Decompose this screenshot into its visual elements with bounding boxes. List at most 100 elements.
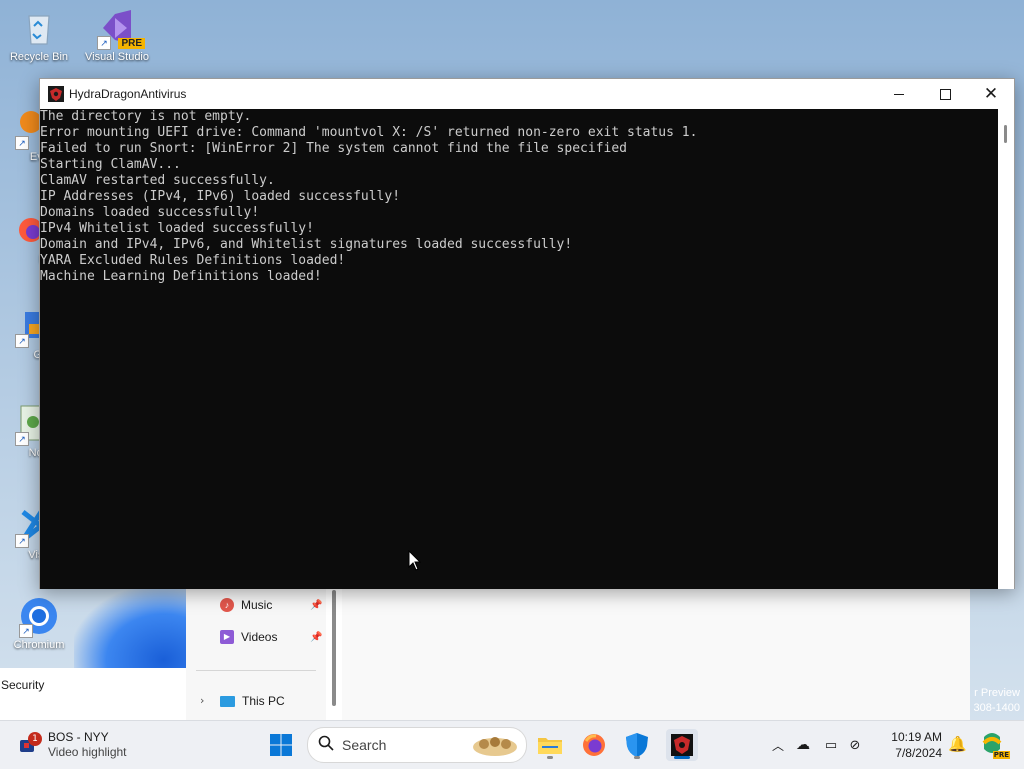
- shortcut-arrow-icon: ↗: [15, 136, 29, 150]
- maximize-icon: [939, 88, 951, 100]
- desktop-icon-visual-studio[interactable]: PRE ↗ Visual Studio: [80, 8, 154, 63]
- wallpaper-bloom: [74, 588, 186, 668]
- copilot-button[interactable]: PRE: [980, 731, 1010, 759]
- watermark-line1: r Preview: [974, 687, 1020, 699]
- this-pc-icon: [220, 695, 235, 707]
- hydradragon-app-icon: [48, 86, 64, 102]
- taskbar-firefox[interactable]: [578, 729, 610, 761]
- desktop-icon-chromium[interactable]: ↗ Chromium: [2, 596, 76, 651]
- console-window: HydraDragonAntivirus ✕ The directory is …: [39, 78, 1015, 589]
- firefox-icon: [583, 734, 605, 756]
- taskbar-windows-security[interactable]: [621, 729, 653, 761]
- terminal-lines: The directory is not empty. Error mounti…: [40, 109, 999, 285]
- hydradragon-icon: [671, 734, 693, 756]
- terminal-line: IP Addresses (IPv4, IPv6) loaded success…: [40, 189, 401, 204]
- chevron-right-icon[interactable]: ›: [200, 694, 204, 707]
- search-icon: [318, 735, 334, 755]
- nav-pane-scrollbar[interactable]: [332, 590, 336, 706]
- chevron-up-icon[interactable]: ︿: [768, 737, 788, 754]
- clock-date: 7/8/2024: [895, 746, 942, 760]
- shortcut-arrow-icon: ↗: [19, 624, 33, 638]
- nav-item-videos[interactable]: ▶ Videos: [220, 630, 277, 644]
- minimize-button[interactable]: [876, 79, 922, 109]
- title-bar[interactable]: HydraDragonAntivirus ✕: [40, 79, 1014, 109]
- nav-item-label: Music: [241, 598, 273, 612]
- nav-item-music[interactable]: ♪ Music: [220, 598, 272, 612]
- start-button[interactable]: [265, 729, 297, 761]
- pin-icon: 📌: [310, 632, 323, 643]
- shortcut-arrow-icon: ↗: [15, 534, 29, 548]
- chromium-icon: ↗: [19, 596, 59, 638]
- minimize-icon: [894, 93, 904, 95]
- explorer-content-pane: [342, 588, 970, 720]
- notification-bell-icon[interactable]: 🔔: [948, 735, 967, 753]
- onedrive-icon[interactable]: ☁: [788, 737, 818, 753]
- network-icon[interactable]: ⊘: [844, 738, 866, 753]
- taskbar-search-box[interactable]: Search: [307, 727, 527, 763]
- terminal-scrollbar[interactable]: [998, 109, 1014, 589]
- explorer-nav-pane: ♪ Music 📌 ▶ Videos 📌 › This PC: [186, 588, 336, 720]
- window-title: HydraDragonAntivirus: [69, 87, 187, 101]
- search-placeholder: Search: [342, 737, 387, 753]
- shortcut-arrow-icon: ↗: [15, 432, 29, 446]
- terminal-line: ClamAV restarted successfully.: [40, 173, 275, 188]
- notification-badge: 1: [28, 732, 42, 746]
- taskbar-hydradragon[interactable]: [666, 729, 698, 761]
- open-indicator: [634, 756, 640, 759]
- security-label: Security: [1, 678, 45, 692]
- nav-divider: [196, 670, 316, 671]
- shortcut-arrow-icon: ↗: [15, 334, 29, 348]
- terminal-line: YARA Excluded Rules Definitions loaded!: [40, 253, 346, 268]
- shortcut-arrow-icon: ↗: [97, 36, 111, 50]
- shield-icon: [626, 733, 648, 757]
- search-highlight-icon: [470, 732, 520, 762]
- desktop-icon-label: Visual Studio: [84, 51, 149, 63]
- close-button[interactable]: ✕: [968, 79, 1014, 109]
- close-icon: ✕: [983, 83, 999, 104]
- security-window-fragment: Security: [0, 668, 186, 720]
- git-bash-icon: ↗: [1, 306, 41, 348]
- terminal-line: Starting ClamAV...: [40, 157, 181, 172]
- windows-logo-icon: [270, 734, 292, 756]
- pin-icon: 📌: [310, 600, 323, 611]
- terminal-output[interactable]: The directory is not empty. Error mounti…: [40, 109, 999, 589]
- terminal-line: Domain and IPv4, IPv6, and Whitelist sig…: [40, 237, 573, 252]
- terminal-line: Failed to run Snort: [WinError 2] The sy…: [40, 141, 627, 156]
- os-watermark: r Preview 308-1400: [974, 686, 1021, 716]
- desktop-icon-label: Recycle Bin: [9, 51, 69, 63]
- taskbar-file-explorer[interactable]: [534, 729, 566, 761]
- widgets-button[interactable]: 1 BOS - NYY Video highlight: [18, 727, 127, 763]
- mouse-cursor-icon: [408, 549, 422, 576]
- terminal-line: IPv4 Whitelist loaded successfully!: [40, 221, 314, 236]
- recycle-bin-icon: [19, 8, 59, 48]
- widget-text: BOS - NYY Video highlight: [48, 730, 127, 760]
- monitor-icon[interactable]: ▭: [818, 738, 844, 753]
- everything-icon: ↗: [1, 108, 42, 150]
- nav-item-this-pc[interactable]: This PC: [220, 694, 285, 708]
- system-tray: ︿ ☁ ▭ ⊘: [768, 721, 866, 769]
- nav-item-label: This PC: [242, 694, 285, 708]
- open-indicator: [547, 756, 553, 759]
- terminal-line: Error mounting UEFI drive: Command 'moun…: [40, 125, 698, 140]
- scrollbar-thumb[interactable]: [1004, 125, 1007, 143]
- clock[interactable]: 10:19 AM 7/8/2024: [884, 729, 942, 761]
- terminal-line: Domains loaded successfully!: [40, 205, 260, 220]
- visual-studio-icon: PRE ↗: [97, 8, 145, 50]
- pre-badge: PRE: [118, 38, 145, 49]
- vscode-icon: ↗: [1, 506, 46, 548]
- firefox-icon: [1, 210, 43, 250]
- terminal-line: The directory is not empty.: [40, 109, 252, 124]
- nav-item-label: Videos: [241, 630, 278, 644]
- clock-time: 10:19 AM: [891, 730, 942, 744]
- music-icon: ♪: [220, 598, 234, 612]
- widget-title: BOS - NYY: [48, 730, 109, 744]
- active-indicator: [674, 756, 690, 759]
- maximize-button[interactable]: [922, 79, 968, 109]
- folder-icon: [538, 738, 562, 754]
- taskbar: 1 BOS - NYY Video highlight Search ︿ ☁ ▭…: [0, 720, 1024, 769]
- notepad-icon: ↗: [1, 404, 42, 446]
- terminal-line: Machine Learning Definitions loaded!: [40, 269, 322, 284]
- desktop-icon-recycle-bin[interactable]: Recycle Bin: [2, 8, 76, 63]
- baseball-icon: 1: [18, 732, 42, 756]
- watermark-line2: 308-1400: [973, 702, 1021, 714]
